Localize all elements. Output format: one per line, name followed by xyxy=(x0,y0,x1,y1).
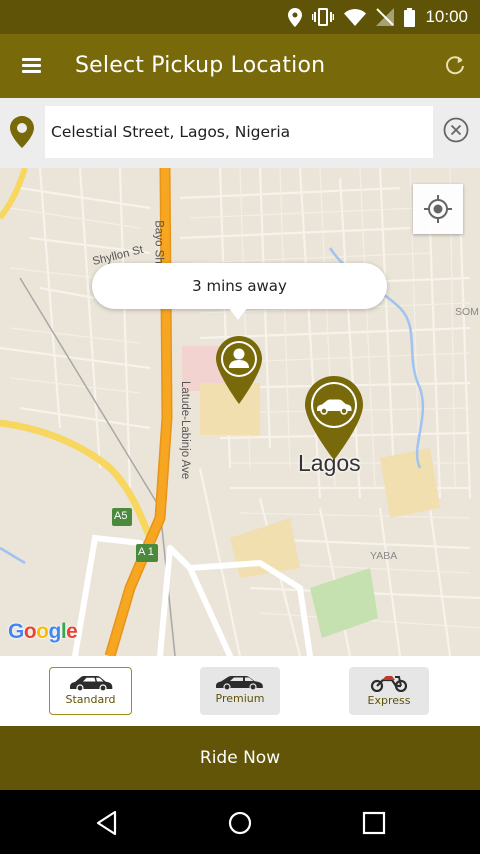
my-location-button[interactable] xyxy=(413,184,463,234)
a5-label: A5 xyxy=(114,510,128,522)
car-marker-icon xyxy=(305,376,363,460)
location-pin-icon xyxy=(10,116,34,152)
hamburger-menu-icon[interactable] xyxy=(18,52,46,80)
ride-option-label: Premium xyxy=(215,692,265,705)
ride-option-label: Express xyxy=(367,694,411,707)
map-area-park xyxy=(310,568,378,638)
no-signal-icon xyxy=(376,8,395,26)
system-nav-bar xyxy=(0,790,480,854)
car-marker[interactable] xyxy=(305,376,363,464)
ride-option-standard[interactable]: Standard xyxy=(49,667,132,715)
som-label: SOM xyxy=(455,306,479,318)
location-icon xyxy=(288,7,303,27)
eta-bubble: 3 mins away xyxy=(92,263,387,309)
a1-label: A 1 xyxy=(138,546,154,558)
status-icons: 10:00 xyxy=(288,0,468,34)
bayo-street-label: Bayo Sh xyxy=(152,220,165,264)
recents-icon[interactable] xyxy=(361,810,387,836)
latude-avenue-label: Latude-Labinjo Ave xyxy=(179,381,191,480)
crosshair-icon xyxy=(424,195,452,223)
car-icon xyxy=(69,676,112,691)
eta-bubble-tail xyxy=(228,307,248,320)
page-title: Select Pickup Location xyxy=(75,53,326,78)
map-tiles xyxy=(0,168,480,656)
home-icon[interactable] xyxy=(227,810,253,836)
yaba-label: YABA xyxy=(370,550,398,562)
user-marker-icon xyxy=(216,336,262,404)
ride-options: Standard Premium Express xyxy=(0,656,480,726)
app-bar: Select Pickup Location xyxy=(0,34,480,98)
car-icon xyxy=(216,676,263,690)
map-railway xyxy=(19,277,176,656)
google-logo: Google xyxy=(8,620,78,643)
pickup-marker[interactable] xyxy=(216,336,262,408)
ride-option-label: Standard xyxy=(65,693,116,706)
vibrate-icon xyxy=(312,8,335,26)
clear-circle-icon[interactable] xyxy=(443,117,469,143)
ride-option-express[interactable]: Express xyxy=(349,667,429,715)
back-icon[interactable] xyxy=(94,810,120,836)
battery-icon xyxy=(404,7,416,27)
motorbike-icon xyxy=(370,676,408,692)
ride-option-premium[interactable]: Premium xyxy=(200,667,280,715)
ride-now-button[interactable]: Ride Now xyxy=(0,726,480,790)
map-area-campus-2 xyxy=(380,448,440,518)
refresh-icon[interactable] xyxy=(442,53,468,79)
status-bar: 10:00 xyxy=(0,0,480,34)
search-bar xyxy=(0,98,480,168)
pickup-location-input[interactable] xyxy=(45,106,433,158)
map-view[interactable]: Shyllon St Bayo Sh Latude-Labinjo Ave YA… xyxy=(0,168,480,656)
status-time: 10:00 xyxy=(425,7,468,26)
wifi-icon xyxy=(344,8,367,26)
